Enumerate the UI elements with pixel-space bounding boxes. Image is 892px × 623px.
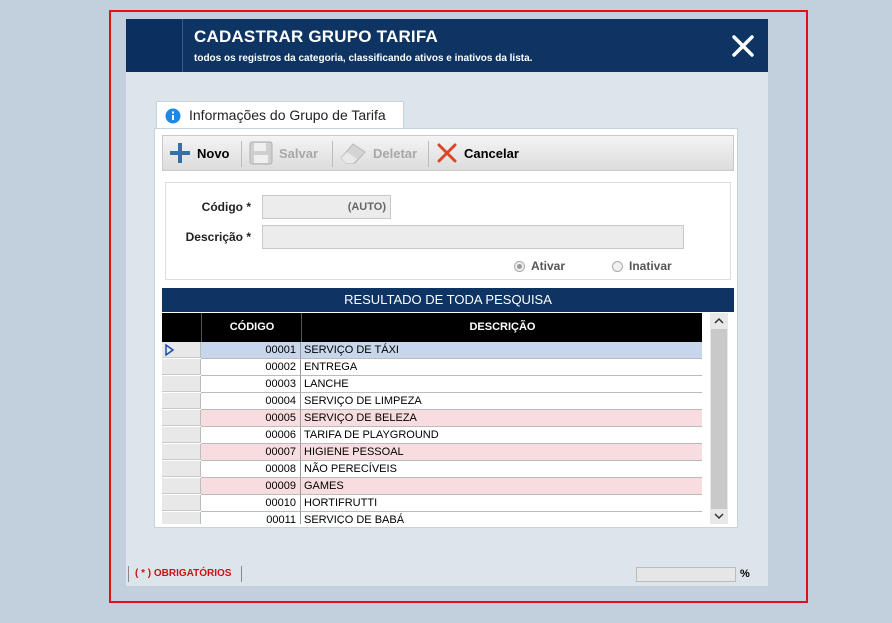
table-row[interactable]: 00002 ENTREGA (162, 359, 702, 376)
inativar-label: Inativar (629, 259, 672, 273)
row-pointer-icon (165, 344, 175, 356)
codigo-field: (AUTO) (262, 195, 391, 219)
salvar-button[interactable]: Salvar (249, 140, 318, 166)
row-selector[interactable] (162, 512, 201, 524)
radio-unselected-icon (612, 260, 623, 272)
cell-codigo: 00001 (201, 342, 301, 359)
close-icon (732, 35, 754, 57)
table-row[interactable]: 00011 SERVIÇO DE BABÁ (162, 512, 702, 524)
row-selector[interactable] (162, 478, 201, 494)
deletar-button[interactable]: Deletar (339, 140, 417, 166)
row-selector[interactable] (162, 444, 201, 460)
ativar-label: Ativar (531, 259, 566, 273)
cell-codigo: 00008 (201, 461, 301, 478)
percent-label: % (740, 568, 750, 580)
cell-descricao: LANCHE (301, 376, 702, 393)
dialog-subtitle: todos os registros da categoria, classif… (194, 53, 533, 64)
descricao-field[interactable] (262, 225, 684, 249)
cell-descricao: HIGIENE PESSOAL (301, 444, 702, 461)
cancelar-button[interactable]: Cancelar (436, 140, 519, 166)
tab-panel: Novo Salvar Deletar Cancelar Código * (A… (154, 128, 738, 528)
dialog-title: CADASTRAR GRUPO TARIFA (194, 27, 438, 46)
table-row[interactable]: 00006 TARIFA DE PLAYGROUND (162, 427, 702, 444)
row-selector[interactable] (162, 410, 201, 426)
cancelar-label: Cancelar (464, 145, 519, 161)
table-row[interactable]: 00004 SERVIÇO DE LIMPEZA (162, 393, 702, 410)
inativar-radio[interactable]: Inativar (612, 259, 672, 273)
results-title: RESULTADO DE TODA PESQUISA (162, 288, 734, 312)
cell-codigo: 00004 (201, 393, 301, 410)
salvar-label: Salvar (279, 145, 319, 161)
cell-descricao: TARIFA DE PLAYGROUND (301, 427, 702, 444)
table-row[interactable]: 00009 GAMES (162, 478, 702, 495)
table-row[interactable]: 00007 HIGIENE PESSOAL (162, 444, 702, 461)
cell-descricao: ENTREGA (301, 359, 702, 376)
toolbar-divider (428, 141, 429, 167)
table-row[interactable]: 00008 NÃO PERECÍVEIS (162, 461, 702, 478)
cell-codigo: 00006 (201, 427, 301, 444)
form-box: Código * (AUTO) Descrição * Ativar Inati… (165, 182, 731, 280)
grid-scrollbar[interactable] (710, 313, 728, 524)
toolbar-divider (332, 141, 333, 167)
cell-descricao: SERVIÇO DE LIMPEZA (301, 393, 702, 410)
cell-codigo: 00010 (201, 495, 301, 512)
table-row[interactable]: 00005 SERVIÇO DE BELEZA (162, 410, 702, 427)
required-note: ( * ) OBRIGATÓRIOS (128, 566, 243, 582)
cell-descricao: SERVIÇO DE TÁXI (301, 342, 702, 359)
deletar-label: Deletar (373, 145, 418, 161)
cell-descricao: NÃO PERECÍVEIS (301, 461, 702, 478)
scroll-down-icon[interactable] (714, 512, 724, 520)
eraser-icon (340, 143, 366, 164)
toolbar-divider (241, 141, 242, 167)
status-bar: ( * ) OBRIGATÓRIOS % (126, 564, 768, 586)
row-selector[interactable] (162, 495, 201, 511)
novo-label: Novo (197, 145, 230, 161)
cell-codigo: 00007 (201, 444, 301, 461)
dialog-header: CADASTRAR GRUPO TARIFA todos os registro… (126, 19, 768, 72)
descricao-label: Descrição * (185, 230, 251, 244)
cell-descricao: HORTIFRUTTI (301, 495, 702, 512)
row-selector[interactable] (162, 376, 201, 392)
cell-codigo: 00002 (201, 359, 301, 376)
table-row[interactable]: 00003 LANCHE (162, 376, 702, 393)
cell-descricao: SERVIÇO DE BABÁ (301, 512, 702, 524)
row-selector[interactable] (162, 359, 201, 375)
cell-codigo: 00005 (201, 410, 301, 427)
cell-descricao: GAMES (301, 478, 702, 495)
info-icon (165, 108, 181, 124)
cell-descricao: SERVIÇO DE BELEZA (301, 410, 702, 427)
cell-codigo: 00003 (201, 376, 301, 393)
tab-informacoes[interactable]: Informações do Grupo de Tarifa (156, 101, 404, 129)
header-accent-block (126, 19, 183, 72)
results-grid: CÓDIGO DESCRIÇÃO 00001 SERVIÇO DE TÁXI 000… (162, 313, 702, 524)
close-button[interactable] (730, 33, 756, 59)
toolbar: Novo Salvar Deletar Cancelar (162, 135, 734, 171)
dialog-window: CADASTRAR GRUPO TARIFA todos os registro… (126, 19, 768, 586)
col-header-codigo[interactable]: CÓDIGO (201, 313, 302, 342)
plus-icon (170, 143, 190, 163)
scroll-thumb[interactable] (711, 329, 727, 509)
scroll-up-icon[interactable] (714, 317, 724, 325)
table-row[interactable]: 00010 HORTIFRUTTI (162, 495, 702, 512)
ativar-radio[interactable]: Ativar (514, 259, 565, 273)
row-selector[interactable] (162, 461, 201, 477)
cell-codigo: 00011 (201, 512, 301, 524)
col-header-descricao[interactable]: DESCRIÇÃO (301, 313, 702, 342)
tab-label: Informações do Grupo de Tarifa (189, 107, 386, 123)
row-selector[interactable] (162, 393, 201, 409)
cancel-x-icon (437, 143, 457, 163)
codigo-value: (AUTO) (347, 201, 386, 213)
cell-codigo: 00009 (201, 478, 301, 495)
row-selector[interactable] (162, 342, 201, 358)
codigo-label: Código * (201, 200, 251, 214)
save-icon (249, 141, 273, 165)
row-selector[interactable] (162, 427, 201, 443)
novo-button[interactable]: Novo (169, 140, 230, 166)
progress-bar (636, 567, 736, 582)
row-selector-header (162, 313, 201, 342)
table-row[interactable]: 00001 SERVIÇO DE TÁXI (162, 342, 702, 359)
radio-selected-icon (514, 260, 525, 272)
